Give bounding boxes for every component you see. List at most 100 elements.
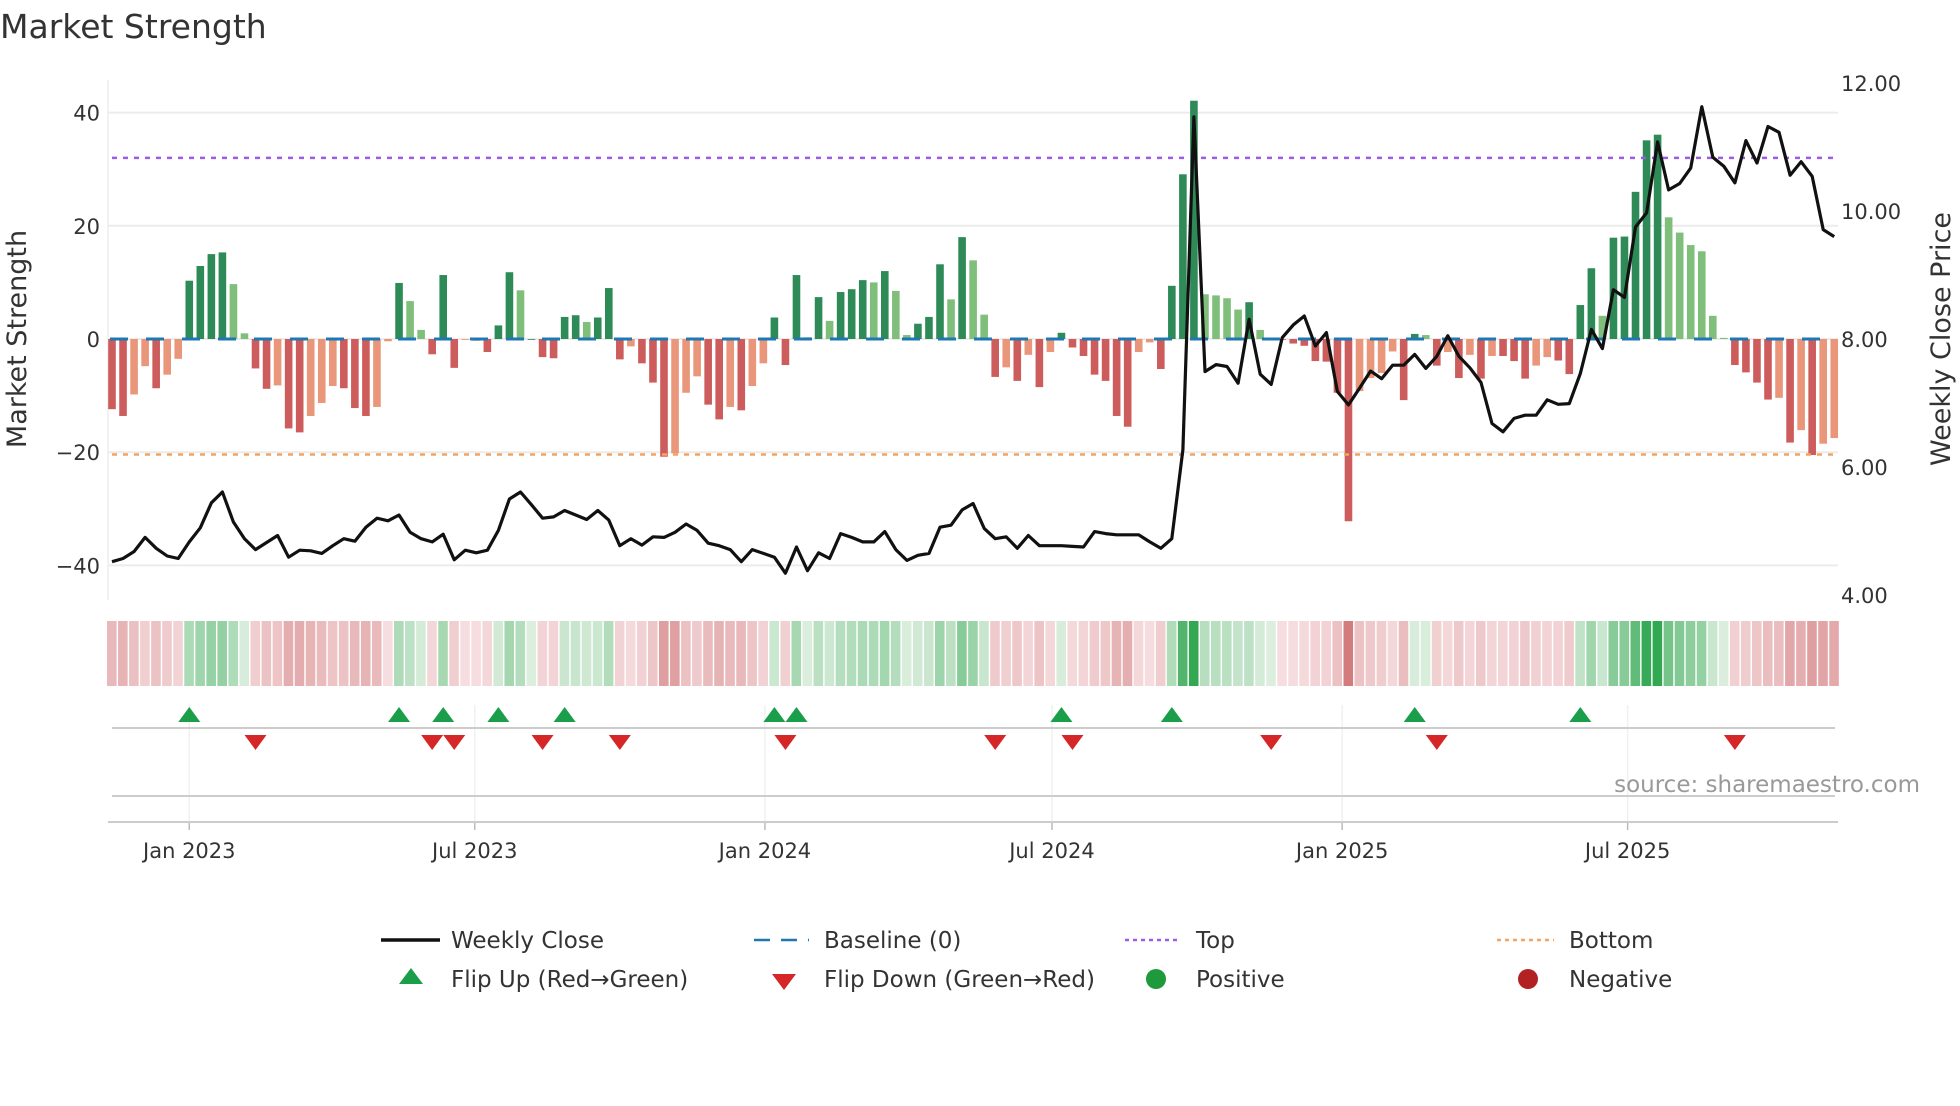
bar-positive — [1664, 217, 1673, 339]
heat-cell — [416, 621, 426, 686]
flip-up-marker — [1050, 707, 1073, 722]
heat-cell — [1177, 621, 1188, 686]
heat-cell — [725, 621, 735, 686]
heat-cell — [482, 621, 492, 686]
bar-negative — [1134, 339, 1143, 353]
heat-cell — [493, 621, 503, 686]
heat-cell — [1188, 621, 1199, 686]
bar-positive — [825, 320, 834, 339]
heat-cell — [670, 621, 680, 686]
heat-cell — [371, 621, 382, 686]
bar-negative — [384, 339, 392, 342]
heat-cell — [1509, 621, 1519, 686]
bar-positive — [1179, 174, 1187, 339]
bar-positive — [417, 329, 425, 339]
heat-cell — [614, 621, 625, 686]
heat-cell — [1751, 621, 1762, 686]
heat-cell — [460, 621, 470, 686]
flip-up-marker — [1160, 707, 1183, 722]
x-tick-label: Jul 2023 — [430, 839, 517, 863]
flip-down-marker — [443, 735, 466, 750]
heat-cell — [1023, 621, 1033, 686]
heat-cell — [405, 621, 415, 686]
bar-negative — [1046, 339, 1055, 353]
bar-negative — [141, 339, 149, 367]
heat-cell — [1818, 621, 1828, 686]
heat-cell — [1829, 621, 1839, 686]
flip-down-marker — [1061, 735, 1084, 750]
bar-negative — [461, 339, 470, 340]
bar-negative — [1808, 339, 1816, 456]
heat-cell — [901, 621, 912, 686]
bar-positive — [406, 301, 414, 339]
bar-positive — [836, 292, 845, 339]
heat-cell — [548, 621, 559, 686]
heat-cell — [305, 621, 316, 686]
heat-cell — [1244, 621, 1254, 686]
bar-negative — [362, 339, 370, 416]
heat-cell — [1442, 621, 1453, 686]
bar-negative — [130, 339, 138, 395]
heat-strip — [107, 621, 1839, 686]
y-right-tick-label: 4.00 — [1841, 584, 1888, 608]
heat-cell — [1498, 621, 1508, 686]
heat-cell — [206, 621, 216, 686]
heat-cell — [349, 621, 360, 686]
heat-cell — [515, 621, 526, 686]
heat-cell — [272, 621, 283, 686]
heat-cell — [1641, 621, 1652, 686]
heat-cell — [228, 621, 239, 686]
heat-cell — [129, 621, 139, 686]
heat-cell — [1012, 621, 1022, 686]
heat-cell — [504, 621, 515, 686]
heat-cell — [1310, 621, 1320, 686]
heat-cell — [537, 621, 548, 686]
legend-flip-down: Flip Down (Green→Red) — [824, 967, 1095, 993]
x-tick-label: Jul 2024 — [1007, 839, 1094, 863]
bar-negative — [251, 339, 260, 369]
bar-negative — [781, 339, 790, 366]
heat-cell — [1332, 621, 1343, 686]
bar-positive — [792, 275, 801, 339]
flip-down-marker — [608, 735, 631, 750]
heat-cell — [1475, 621, 1486, 686]
bar-positive — [1631, 191, 1640, 339]
x-tick-label: Jan 2023 — [141, 839, 236, 863]
chart-title: Market Strength — [0, 7, 267, 46]
bar-negative — [715, 339, 723, 420]
y-left-tick-label: −20 — [56, 441, 100, 465]
bar-negative — [284, 339, 293, 429]
bar-positive — [980, 314, 988, 339]
bar-negative — [329, 339, 337, 386]
bar-negative — [1830, 339, 1839, 439]
heat-cell — [1774, 621, 1784, 686]
heat-cell — [383, 621, 393, 686]
bar-negative — [152, 339, 160, 389]
heat-cell — [316, 621, 327, 686]
bar-negative — [737, 339, 746, 411]
bar-negative — [638, 339, 646, 364]
bar-positive — [439, 275, 447, 339]
bar-negative — [163, 339, 171, 375]
heat-cell — [1376, 621, 1387, 686]
heat-cell — [173, 621, 183, 686]
flip-down-marker — [421, 735, 444, 750]
flip-up-marker — [432, 707, 455, 722]
heat-cell — [1199, 621, 1210, 686]
heat-cell — [1553, 621, 1563, 686]
heat-cell — [868, 621, 879, 686]
heat-cell — [1564, 621, 1574, 686]
y-left-tick-label: −40 — [56, 554, 100, 578]
bar-positive — [869, 282, 878, 339]
heat-cell — [979, 621, 989, 686]
bar-negative — [119, 339, 127, 416]
axis-ticks: 40 20 0 −20 −40 12.00 10.00 8.00 6.00 4.00 Jan 202… — [56, 72, 1901, 863]
bar-positive — [571, 315, 580, 339]
heat-cell — [1586, 621, 1596, 686]
bar-positive — [605, 288, 613, 339]
legend-negative: Negative — [1569, 967, 1672, 993]
y-left-tick-label: 20 — [73, 215, 100, 239]
bar-negative — [1819, 339, 1827, 444]
heat-cell — [1575, 621, 1585, 686]
heat-cell — [1056, 621, 1067, 686]
